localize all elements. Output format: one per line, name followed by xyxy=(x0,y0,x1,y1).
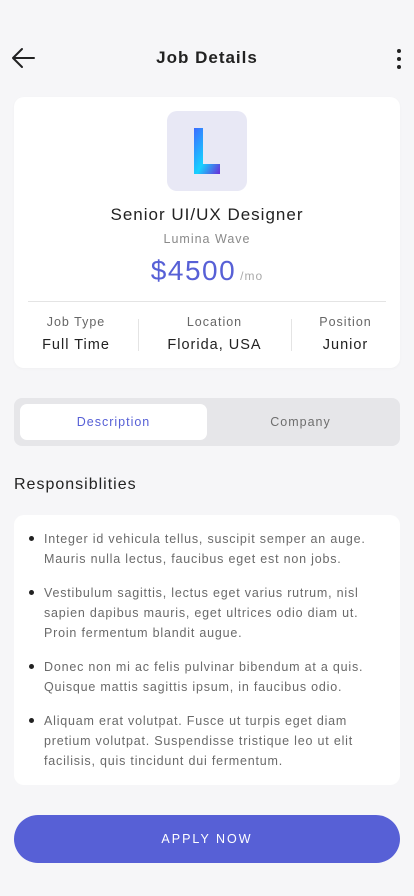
job-title: Senior UI/UX Designer xyxy=(110,205,304,224)
list-item: Vestibulum sagittis, lectus eget varius … xyxy=(14,583,400,643)
lumina-logo-icon xyxy=(194,128,220,174)
stat-label: Position xyxy=(319,315,372,329)
responsibilities-card: Integer id vehicula tellus, suscipit sem… xyxy=(14,515,400,785)
list-item: Integer id vehicula tellus, suscipit sem… xyxy=(14,529,400,569)
more-options-button[interactable] xyxy=(395,48,403,70)
stat-value: Florida, USA xyxy=(167,337,262,353)
list-item: Donec non mi ac felis pulvinar bibendum … xyxy=(14,657,400,697)
company-name: Lumina Wave xyxy=(163,232,251,246)
salary-row: $4500/mo xyxy=(14,255,400,287)
page-title: Job Details xyxy=(156,48,258,67)
stat-label: Location xyxy=(186,315,243,329)
stat-location: Location Florida, USA xyxy=(138,315,291,353)
more-vertical-icon xyxy=(395,48,403,70)
tab-description[interactable]: Description xyxy=(20,404,207,440)
responsibilities-heading: Responsiblities xyxy=(14,476,137,493)
detail-tabs: Description Company xyxy=(14,398,400,446)
stat-label: Job Type xyxy=(46,315,106,329)
stat-job-type: Job Type Full Time xyxy=(14,315,138,353)
apply-now-button[interactable]: APPLY NOW xyxy=(14,815,400,863)
responsibilities-list: Integer id vehicula tellus, suscipit sem… xyxy=(14,529,400,785)
divider xyxy=(28,301,386,302)
salary-period: /mo xyxy=(240,269,264,283)
list-item: Aliquam erat volutpat. Fusce ut turpis e… xyxy=(14,711,400,771)
company-logo xyxy=(167,111,247,191)
job-summary-card: Senior UI/UX Designer Lumina Wave $4500/… xyxy=(14,97,400,368)
stat-value: Full Time xyxy=(42,337,110,353)
salary-amount: $4500 xyxy=(150,255,237,286)
stat-value: Junior xyxy=(322,337,369,353)
tab-company[interactable]: Company xyxy=(207,404,394,440)
stat-position: Position Junior xyxy=(291,315,400,353)
